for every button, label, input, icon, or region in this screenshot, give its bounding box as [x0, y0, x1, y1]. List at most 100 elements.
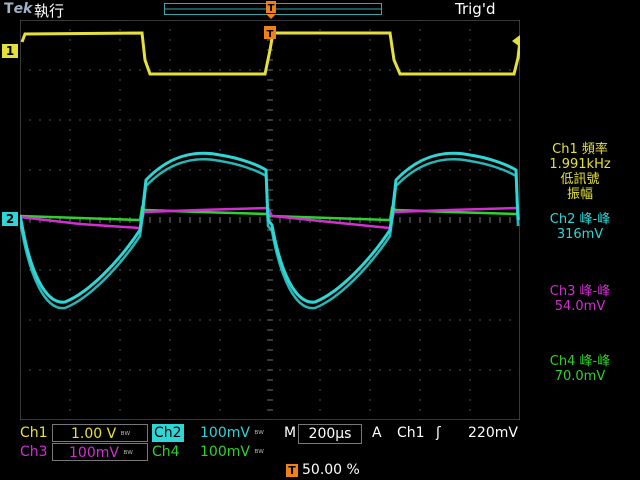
grid-dot — [119, 339, 121, 341]
grid-dot — [169, 419, 171, 420]
grid-dot — [149, 269, 151, 271]
measurement-value: 54.0mV — [554, 299, 606, 314]
grid-dot — [169, 359, 171, 361]
grid-dot — [419, 359, 421, 361]
ch1-label[interactable]: Ch1 — [20, 424, 48, 442]
trigger-level[interactable]: 220mV — [468, 424, 518, 442]
grid-dot — [469, 249, 471, 251]
ch2-scale[interactable]: 100mV ᴮᵂ — [200, 424, 264, 442]
grid-dot — [469, 309, 471, 311]
grid-dot — [409, 369, 411, 371]
grid-dot — [169, 299, 171, 301]
grid-dot — [29, 69, 31, 71]
trigger-source[interactable]: Ch1 — [397, 424, 425, 442]
grid-dot — [419, 99, 421, 101]
grid-dot — [319, 99, 321, 101]
grid-dot — [219, 199, 221, 201]
grid-dot — [209, 319, 211, 321]
grid-dot — [289, 69, 291, 71]
grid-dot — [59, 369, 61, 371]
grid-dot — [69, 309, 71, 311]
grid-dot — [469, 59, 471, 61]
trigger-position-value: 50.00 % — [302, 462, 360, 478]
grid-dot — [369, 279, 371, 281]
grid-dot — [219, 39, 221, 41]
trigger-position-readout[interactable]: T 50.00 % — [286, 462, 360, 478]
grid-dot — [189, 319, 191, 321]
grid-dot — [379, 119, 381, 121]
grid-dot — [319, 59, 321, 61]
grid-dot — [429, 169, 431, 171]
grid-dot — [419, 169, 421, 171]
grid-dot — [129, 369, 131, 371]
grid-dot — [169, 399, 171, 401]
grid-dot — [449, 69, 451, 71]
grid-dot — [419, 289, 421, 291]
grid-dot — [169, 119, 171, 121]
grid-dot — [49, 119, 51, 121]
grid-dot — [169, 259, 171, 261]
ch2-label[interactable]: Ch2 — [152, 424, 184, 442]
grid-dot — [369, 49, 371, 51]
grid-dot — [369, 319, 371, 321]
grid-dot — [419, 389, 421, 391]
ch1-ground-marker[interactable]: 1 — [2, 44, 18, 58]
grid-dot — [219, 99, 221, 101]
grid-dot — [89, 119, 91, 121]
grid-dot — [369, 369, 371, 371]
grid-dot — [319, 229, 321, 231]
grid-dot — [309, 269, 311, 271]
grid-dot — [189, 69, 191, 71]
grid-dot — [469, 129, 471, 131]
waveform-graticule[interactable] — [20, 20, 520, 420]
grid-dot — [149, 369, 151, 371]
grid-dot — [69, 229, 71, 231]
grid-dot — [169, 279, 171, 281]
ch2-ground-marker[interactable]: 2 — [2, 212, 18, 226]
grid-dot — [169, 289, 171, 291]
grid-dot — [69, 399, 71, 401]
grid-dot — [189, 169, 191, 171]
grid-dot — [29, 369, 31, 371]
grid-dot — [279, 319, 281, 321]
grid-dot — [319, 289, 321, 291]
grid-dot — [419, 229, 421, 231]
grid-dot — [219, 139, 221, 141]
grid-dot — [199, 119, 201, 121]
grid-dot — [309, 169, 311, 171]
grid-dot — [119, 249, 121, 251]
grid-dot — [369, 189, 371, 191]
grid-dot — [119, 119, 121, 121]
grid-dot — [469, 20, 471, 21]
grid-dot — [129, 69, 131, 71]
grid-dot — [439, 119, 441, 121]
grid-dot — [169, 349, 171, 351]
grid-dot — [319, 119, 321, 121]
grid-dot — [479, 369, 481, 371]
grid-dot — [349, 119, 351, 121]
ch3-scale[interactable]: 100mV ᴮᵂ — [52, 443, 148, 461]
grid-dot — [219, 149, 221, 151]
grid-dot — [139, 269, 141, 271]
grid-dot — [239, 269, 241, 271]
grid-dot — [229, 269, 231, 271]
grid-dot — [369, 299, 371, 301]
grid-dot — [429, 269, 431, 271]
grid-dot — [469, 89, 471, 91]
grid-dot — [169, 20, 171, 21]
ch3-label[interactable]: Ch3 — [20, 443, 48, 461]
grid-dot — [469, 409, 471, 411]
grid-dot — [369, 329, 371, 331]
grid-dot — [119, 149, 121, 151]
ch1-scale[interactable]: 1.00 V ᴮᵂ — [52, 424, 148, 442]
grid-dot — [469, 359, 471, 361]
grid-dot — [219, 409, 221, 411]
ch4-scale[interactable]: 100mV ᴮᵂ — [200, 443, 264, 461]
ch4-label[interactable]: Ch4 — [152, 443, 180, 461]
timebase-scale[interactable]: 200µs — [298, 424, 362, 444]
grid-dot — [20, 269, 21, 271]
grid-dot — [249, 369, 251, 371]
grid-dot — [49, 319, 51, 321]
grid-dot — [369, 399, 371, 401]
grid-dot — [389, 369, 391, 371]
